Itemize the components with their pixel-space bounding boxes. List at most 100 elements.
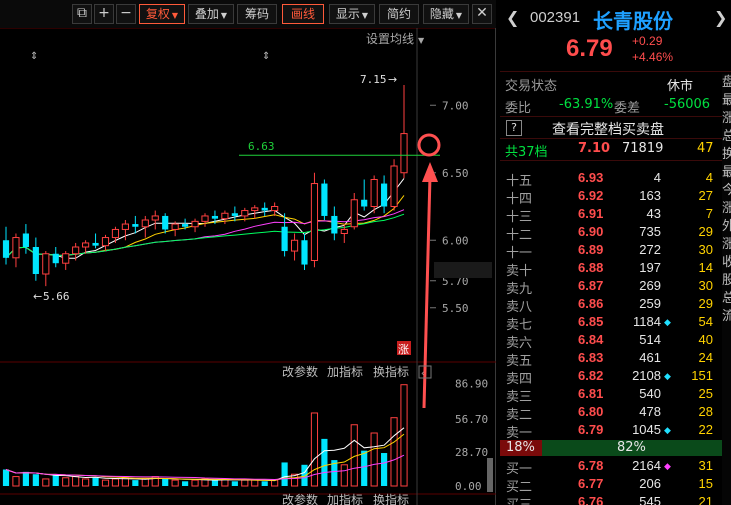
order-price: 6.80 [578,404,604,419]
order-book-row[interactable]: 卖一 6.79 1045 ◆ 22 [500,422,731,441]
order-count: 31 [698,458,713,473]
view-full-book-link[interactable]: 查看完整档买卖盘 [552,119,664,139]
order-volume: 461 [639,350,661,365]
order-count: 4 [705,170,713,185]
candle-body [361,199,368,207]
order-book-row[interactable]: 卖二 6.80 478 28 [500,404,731,423]
current-price-box [434,262,492,278]
chevron-down-icon: ▼ [171,11,179,20]
order-level-name: 十四 [506,192,533,207]
hide-dropdown[interactable]: 隐藏 ▼ [423,4,469,24]
order-book-row[interactable]: 卖七 6.85 1184 ◆ 54 [500,314,731,333]
order-volume: 545 [639,494,661,505]
bottom-change-params[interactable]: 改参数 [282,492,318,505]
total-levels-label: 共37档 [505,145,548,160]
set-ma-button[interactable]: 设置均线 [366,32,414,46]
add-indicator-button[interactable]: 加指标 [327,364,363,379]
stock-name[interactable]: 长青股份 [593,5,673,34]
order-book-row[interactable]: 卖四 6.82 2108 ◆ 151 [500,368,731,387]
next-stock-icon[interactable]: ❯ [714,8,727,27]
side-info-label: 股 [722,273,731,288]
candle-body [321,183,328,216]
order-level-name: 十一 [506,246,533,261]
help-icon[interactable]: ? [506,120,522,136]
candle-body [101,237,110,247]
divider [500,116,731,117]
candle-body [42,253,50,275]
volume-bar [241,479,249,487]
prev-stock-icon[interactable]: ❮ [506,8,519,27]
bottom-switch-indicator[interactable]: 换指标 [373,492,409,505]
candle-body [111,228,120,239]
display-dropdown[interactable]: 显示 ▼ [329,4,375,24]
volume-bar [231,481,238,486]
restore-right-dropdown[interactable]: 复权 ▼ [139,4,185,24]
order-book-row[interactable]: 十五 6.93 4 4 [500,170,731,189]
bottom-add-indicator[interactable]: 加指标 [327,492,363,505]
order-count: 30 [698,242,713,257]
volume-tick-label: 0.00 [455,480,482,493]
change-params-button[interactable]: 改参数 [282,364,318,379]
candle-body [162,215,169,230]
order-book-row[interactable]: 十二 6.90 735 29 [500,224,731,243]
fullscreen-icon[interactable]: ⧉ [72,4,92,24]
order-level-name: 卖九 [506,282,533,297]
zoom-out-icon[interactable]: − [116,4,136,24]
order-book-row[interactable]: 卖十 6.88 197 14 [500,260,731,279]
order-book-row[interactable]: 买一 6.78 2164 ◆ 31 [500,458,731,477]
draw-line-button[interactable]: 画线 [282,4,324,24]
ratio-right-text: 82% [617,440,646,455]
order-book-row[interactable]: 十四 6.92 163 27 [500,188,731,207]
candle-body [12,237,20,259]
bid-diff-value: -56006 [664,97,711,112]
order-book-row[interactable]: 卖六 6.84 514 40 [500,332,731,351]
simple-button[interactable]: 简约 [379,4,419,24]
chevron-down-icon: ▼ [455,11,463,20]
overlay-dropdown[interactable]: 叠加 ▼ [188,4,234,24]
price-axis: 7.006.506.005.705.50 [430,99,469,315]
order-count: 21 [698,494,713,505]
order-volume: 2108 [632,368,661,383]
order-book-row[interactable]: 十三 6.91 43 7 [500,206,731,225]
order-price: 6.83 [578,350,604,365]
close-icon[interactable]: ✕ [472,4,492,24]
price-tick-label: 6.50 [442,167,469,180]
chart-scrollbar[interactable] [487,458,493,492]
order-book-row[interactable]: 卖九 6.87 269 30 [500,278,731,297]
order-book-row[interactable]: 卖八 6.86 259 29 [500,296,731,315]
switch-indicator-button[interactable]: 换指标 [373,364,409,379]
overlay-label: 叠加 [194,7,219,21]
order-volume: 514 [639,332,661,347]
order-book-row[interactable]: 卖五 6.83 461 24 [500,350,731,369]
side-info-label: 换 [722,147,731,162]
candle-body [191,220,199,228]
order-book-row[interactable]: 卖三 6.81 540 25 [500,386,731,405]
candle-body [132,224,139,227]
simple-label: 简约 [386,7,411,21]
chips-button[interactable]: 筹码 [237,4,277,24]
candle-body [201,215,209,222]
order-level-name: 十二 [506,228,533,243]
order-book-row[interactable]: 买三 6.76 545 21 [500,494,731,505]
kline-chart[interactable]: 设置均线 ▼ ⇕ ⇕ 7.006.506.005.705.50 86.9056.… [0,28,496,505]
order-volume: 269 [639,278,661,293]
side-info-label: 外 [722,219,731,234]
order-volume: 1045 [632,422,661,437]
volume-bars [2,384,408,487]
order-price: 6.88 [578,260,604,275]
order-book-row[interactable]: 十一 6.89 272 30 [500,242,731,261]
candle-body [141,219,149,228]
zoom-in-icon[interactable]: + [94,4,114,24]
bid-ratio-value: -63.91% [559,97,614,112]
order-book-row[interactable]: 买二 6.77 206 15 [500,476,731,495]
volume-bar [92,477,99,486]
divider [500,71,731,72]
side-info-label: 涨 [722,201,731,216]
volume-bar [2,469,10,486]
order-level-name: 卖八 [506,300,533,315]
volume-bar [52,475,59,486]
chevron-down-icon: ▼ [220,11,228,20]
volume-bar [191,479,199,487]
order-count: 15 [698,476,713,491]
candle-body [221,212,229,220]
